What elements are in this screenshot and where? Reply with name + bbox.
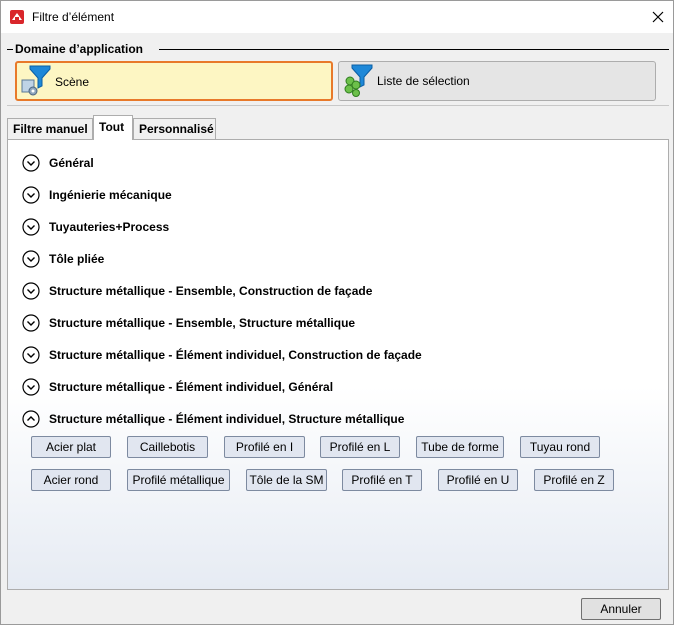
chevron-down-icon	[22, 314, 40, 332]
group-divider	[7, 105, 669, 106]
section-label: Tôle pliée	[49, 252, 105, 266]
filter-chip-profile-en-z[interactable]: Profilé en Z	[534, 469, 614, 491]
filter-chip-tube-de-forme[interactable]: Tube de forme	[416, 436, 504, 458]
cancel-button[interactable]: Annuler	[581, 598, 661, 620]
selection-list-button[interactable]: Liste de sélection	[338, 61, 656, 101]
chevron-down-icon	[22, 346, 40, 364]
section-general[interactable]: Général	[22, 153, 94, 173]
filter-chip-acier-rond[interactable]: Acier rond	[31, 469, 111, 491]
section-label: Structure métallique - Ensemble, Constru…	[49, 284, 373, 298]
tab-label: Tout	[99, 120, 125, 134]
filter-chip-profile-en-l[interactable]: Profilé en L	[320, 436, 400, 458]
scene-filter-icon	[21, 65, 51, 96]
section-ingenierie-mecanique[interactable]: Ingénierie mécanique	[22, 185, 172, 205]
chevron-down-icon	[22, 250, 40, 268]
domain-group: Domaine d’application Scène Liste de sél…	[7, 39, 669, 111]
section-label: Structure métallique - Élément individue…	[49, 380, 334, 394]
tab-personnalise[interactable]: Personnalisé	[133, 118, 216, 139]
chevron-down-icon	[22, 218, 40, 236]
section-label: Ingénierie mécanique	[49, 188, 172, 202]
filter-chip-profile-en-t[interactable]: Profilé en T	[342, 469, 422, 491]
scene-button-label: Scène	[55, 75, 90, 89]
scene-button[interactable]: Scène	[15, 61, 333, 101]
filter-chip-tole-de-la-sm[interactable]: Tôle de la SM	[246, 469, 327, 491]
selection-list-filter-icon	[344, 64, 373, 97]
filter-chip-profile-metallique[interactable]: Profilé métallique	[127, 469, 230, 491]
app-logo-icon	[10, 10, 24, 24]
chevron-down-icon	[22, 154, 40, 172]
section-label: Général	[49, 156, 94, 170]
close-icon	[652, 11, 664, 23]
group-divider	[7, 49, 13, 50]
section-sm-individuel-facade[interactable]: Structure métallique - Élément individue…	[22, 345, 422, 365]
group-divider	[159, 49, 669, 50]
filter-chip-acier-plat[interactable]: Acier plat	[31, 436, 111, 458]
chevron-up-icon	[22, 410, 40, 428]
section-label: Structure métallique - Ensemble, Structu…	[49, 316, 356, 330]
tab-tout[interactable]: Tout	[93, 115, 133, 140]
close-button[interactable]	[643, 1, 673, 33]
section-tole-pliee[interactable]: Tôle pliée	[22, 249, 104, 269]
section-sm-ensemble-structure[interactable]: Structure métallique - Ensemble, Structu…	[22, 313, 355, 333]
selection-list-button-label: Liste de sélection	[377, 74, 470, 88]
section-label: Structure métallique - Élément individue…	[49, 412, 405, 426]
filter-chip-caillebotis[interactable]: Caillebotis	[127, 436, 208, 458]
section-sm-ensemble-facade[interactable]: Structure métallique - Ensemble, Constru…	[22, 281, 372, 301]
section-label: Tuyauteries+Process	[49, 220, 170, 234]
dialog-window: Filtre d’élément Domaine d’application S…	[0, 0, 674, 625]
section-tuyauteries-process[interactable]: Tuyauteries+Process	[22, 217, 169, 237]
section-sm-individuel-general[interactable]: Structure métallique - Élément individue…	[22, 377, 333, 397]
title-bar[interactable]: Filtre d’élément	[1, 1, 673, 33]
section-sm-individuel-structure[interactable]: Structure métallique - Élément individue…	[22, 409, 404, 429]
filter-panel: Général Ingénierie mécanique Tuyauteries…	[7, 139, 669, 590]
window-title: Filtre d’élément	[32, 10, 115, 24]
domain-group-label: Domaine d’application	[15, 42, 148, 56]
chevron-down-icon	[22, 378, 40, 396]
filter-chip-profile-en-i[interactable]: Profilé en I	[224, 436, 305, 458]
chevron-down-icon	[22, 282, 40, 300]
section-label: Structure métallique - Élément individue…	[49, 348, 422, 362]
filter-chip-profile-en-u[interactable]: Profilé en U	[438, 469, 518, 491]
tab-filtre-manuel[interactable]: Filtre manuel	[7, 118, 93, 139]
tab-label: Filtre manuel	[13, 122, 88, 136]
chevron-down-icon	[22, 186, 40, 204]
filter-chip-tuyau-rond[interactable]: Tuyau rond	[520, 436, 600, 458]
tab-label: Personnalisé	[139, 122, 214, 136]
